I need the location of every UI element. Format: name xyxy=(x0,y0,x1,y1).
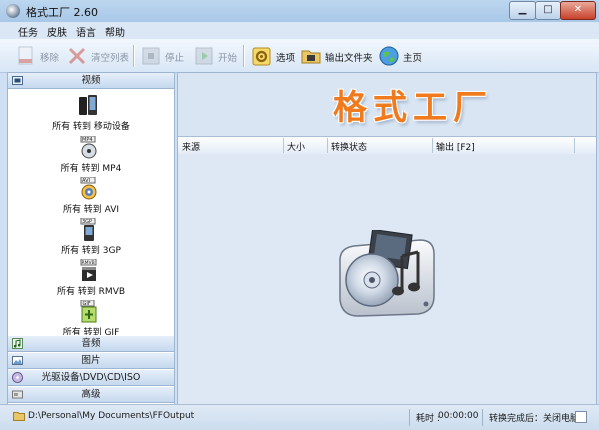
globe-icon xyxy=(379,46,399,66)
gear-icon xyxy=(252,47,271,66)
column-divider xyxy=(574,138,575,153)
list-item[interactable]: MP4 所有 转到 MP4 xyxy=(8,136,174,176)
avi-badge: AVI xyxy=(82,178,90,184)
menu-task[interactable]: 任务 xyxy=(18,24,38,39)
start-icon xyxy=(195,47,213,65)
3gp-badge: 3GP xyxy=(82,219,92,225)
start-label: 开始 xyxy=(218,53,238,64)
home-label: 主页 xyxy=(403,53,423,64)
stop-label: 停止 xyxy=(165,53,185,64)
avi-icon: AVI xyxy=(80,177,97,200)
list-item[interactable]: RMVB 所有 转到 RMVB xyxy=(8,259,174,299)
output-folder-label: 输出文件夹 xyxy=(325,53,373,64)
stop-icon xyxy=(142,47,160,65)
list-item-label: 所有 转到 AVI xyxy=(62,205,120,215)
gif-icon: GIF xyxy=(80,300,97,323)
rmvb-icon: RMVB xyxy=(80,259,97,281)
list-item-label: 所有 转到 GIF xyxy=(62,328,120,335)
category-rom[interactable]: 光驱设备\DVD\CD\ISO xyxy=(8,370,174,386)
app-icon xyxy=(6,4,20,18)
column-status[interactable]: 转换状态 xyxy=(331,140,367,153)
category-audio[interactable]: 音频 xyxy=(8,336,174,352)
menu-skin[interactable]: 皮肤 xyxy=(47,24,67,39)
column-output[interactable]: 输出 [F2] xyxy=(436,140,475,153)
maximize-button[interactable]: □ xyxy=(535,1,561,20)
task-area: 格式工厂 来源 大小 转换状态 输出 [F2] xyxy=(177,72,597,406)
main-window: 格式工厂 2.60 ▁ □ ✕ 任务 皮肤 语言 帮助 移除 清空列表 停止 开… xyxy=(0,0,599,430)
column-size[interactable]: 大小 xyxy=(287,140,305,153)
banner-title: 格式工厂 xyxy=(333,88,493,128)
column-divider xyxy=(432,138,433,153)
video-icon xyxy=(12,76,23,85)
minimize-button[interactable]: ▁ xyxy=(509,1,536,20)
remove-icon xyxy=(18,46,33,65)
close-button[interactable]: ✕ xyxy=(560,1,596,20)
status-divider xyxy=(482,409,483,426)
picture-icon xyxy=(12,356,23,365)
toolbar: 移除 清空列表 停止 开始 选项 输出文件夹 主页 xyxy=(0,39,599,73)
category-advanced[interactable]: 高级 xyxy=(8,387,174,403)
mobile-device-icon xyxy=(79,95,97,115)
list-item[interactable]: 3GP 所有 转到 3GP xyxy=(8,218,174,258)
title-bar: 格式工厂 2.60 ▁ □ ✕ xyxy=(0,0,599,23)
list-item-label: 所有 转到 RMVB xyxy=(56,287,126,297)
menu-language[interactable]: 语言 xyxy=(76,24,96,39)
category-rom-label: 光驱设备\DVD\CD\ISO xyxy=(41,372,141,383)
gif-badge: GIF xyxy=(83,301,91,307)
video-format-list: 所有 转到 移动设备 MP4 所有 转到 MP4 AVI 所有 转到 AVI 3… xyxy=(8,89,174,335)
format-factory-logo-icon xyxy=(339,230,435,317)
category-audio-label: 音频 xyxy=(81,338,101,349)
table-header: 来源 大小 转换状态 输出 [F2] xyxy=(178,136,596,155)
category-advanced-label: 高级 xyxy=(81,389,101,400)
options-label: 选项 xyxy=(276,53,296,64)
after-conversion-label: 转换完成后：关闭电脑 xyxy=(489,414,580,424)
column-source[interactable]: 来源 xyxy=(182,140,200,153)
column-divider xyxy=(283,138,284,153)
elapsed-time-label: 耗时 : xyxy=(416,414,440,424)
elapsed-time: 00:00:00 xyxy=(438,411,479,421)
menu-bar: 任务 皮肤 语言 帮助 xyxy=(0,22,599,39)
list-item[interactable]: GIF 所有 转到 GIF xyxy=(8,300,174,335)
category-image[interactable]: 图片 xyxy=(8,353,174,369)
disc-icon xyxy=(12,372,23,383)
list-item[interactable]: AVI 所有 转到 AVI xyxy=(8,177,174,217)
music-note-icon xyxy=(12,338,23,349)
category-video[interactable]: 视频 xyxy=(8,73,174,89)
category-video-label: 视频 xyxy=(81,75,101,86)
category-image-label: 图片 xyxy=(81,355,101,366)
status-divider xyxy=(409,409,410,426)
list-item[interactable]: 所有 转到 移动设备 xyxy=(8,94,174,134)
category-panel: 视频 所有 转到 移动设备 MP4 所有 转到 MP4 AVI 所有 转到 AV… xyxy=(7,72,175,406)
menu-help[interactable]: 帮助 xyxy=(105,24,125,39)
rmvb-badge: RMVB xyxy=(82,260,95,266)
status-bar: D:\Personal\My Documents\FFOutput 耗时 : 0… xyxy=(0,404,599,430)
column-divider xyxy=(327,138,328,153)
toolbar-separator xyxy=(243,45,245,67)
list-item-label: 所有 转到 移动设备 xyxy=(52,122,130,132)
list-item-label: 所有 转到 MP4 xyxy=(60,164,122,174)
clear-list-label: 清空列表 xyxy=(91,53,130,64)
clear-icon xyxy=(68,47,86,65)
toolbar-separator xyxy=(133,45,135,67)
output-path[interactable]: D:\Personal\My Documents\FFOutput xyxy=(28,411,194,421)
window-title: 格式工厂 2.60 xyxy=(26,6,98,19)
task-list[interactable] xyxy=(178,154,596,405)
mp4-icon: MP4 xyxy=(80,136,97,159)
list-item-label: 所有 转到 3GP xyxy=(61,246,121,256)
banner: 格式工厂 xyxy=(178,73,596,136)
mp4-badge: MP4 xyxy=(82,137,93,143)
folder-icon xyxy=(13,412,25,421)
3gp-icon: 3GP xyxy=(80,218,96,241)
folder-icon xyxy=(301,50,321,64)
tools-icon xyxy=(12,390,23,399)
shutdown-checkbox[interactable] xyxy=(575,411,587,423)
remove-label: 移除 xyxy=(40,53,60,64)
